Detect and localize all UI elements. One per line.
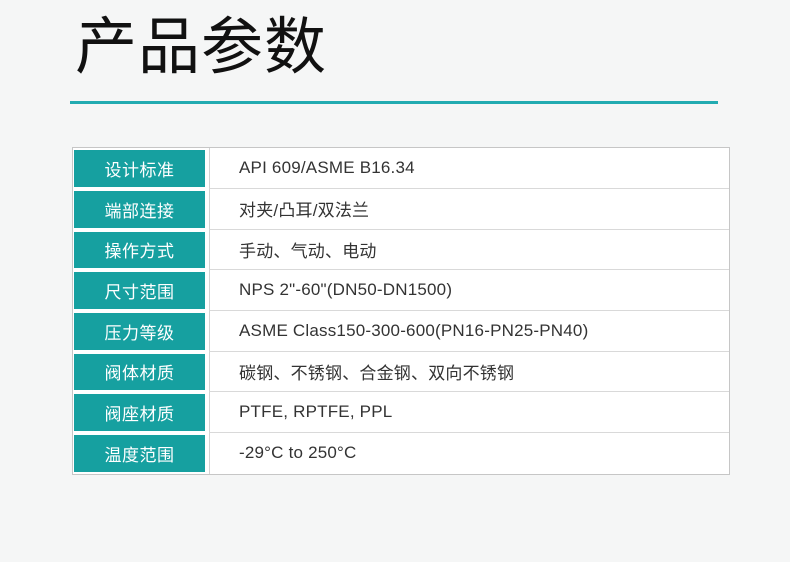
spec-value-cell: 碳钢、不锈钢、合金钢、双向不锈钢 xyxy=(209,352,729,393)
spec-label-cell: 操作方式 xyxy=(74,232,205,269)
title-divider xyxy=(70,101,718,104)
table-row: 阀体材质 碳钢、不锈钢、合金钢、双向不锈钢 xyxy=(73,352,729,393)
spec-value-cell: NPS 2"-60"(DN50-DN1500) xyxy=(209,270,729,311)
product-spec-table: 设计标准 API 609/ASME B16.34 端部连接 对夹/凸耳/双法兰 … xyxy=(72,147,730,475)
table-row: 操作方式 手动、气动、电动 xyxy=(73,230,729,271)
table-row: 设计标准 API 609/ASME B16.34 xyxy=(73,148,729,189)
spec-label-cell: 阀体材质 xyxy=(74,354,205,391)
spec-label-cell: 端部连接 xyxy=(74,191,205,228)
page-container: 产品参数 设计标准 API 609/ASME B16.34 端部连接 对夹/凸耳… xyxy=(0,0,790,475)
spec-value-cell: 对夹/凸耳/双法兰 xyxy=(209,189,729,230)
table-row: 压力等级 ASME Class150-300-600(PN16-PN25-PN4… xyxy=(73,311,729,352)
spec-value-cell: API 609/ASME B16.34 xyxy=(209,148,729,189)
table-row: 端部连接 对夹/凸耳/双法兰 xyxy=(73,189,729,230)
table-row: 温度范围 -29°C to 250°C xyxy=(73,433,729,474)
spec-label-cell: 温度范围 xyxy=(74,435,205,472)
spec-label-cell: 阀座材质 xyxy=(74,394,205,431)
page-title: 产品参数 xyxy=(75,14,790,82)
spec-label-cell: 设计标准 xyxy=(74,150,205,187)
spec-value-cell: 手动、气动、电动 xyxy=(209,230,729,271)
spec-value-cell: PTFE, RPTFE, PPL xyxy=(209,392,729,433)
table-row: 尺寸范围 NPS 2"-60"(DN50-DN1500) xyxy=(73,270,729,311)
spec-label-cell: 压力等级 xyxy=(74,313,205,350)
spec-label-cell: 尺寸范围 xyxy=(74,272,205,309)
spec-value-cell: ASME Class150-300-600(PN16-PN25-PN40) xyxy=(209,311,729,352)
table-row: 阀座材质 PTFE, RPTFE, PPL xyxy=(73,392,729,433)
spec-value-cell: -29°C to 250°C xyxy=(209,433,729,474)
